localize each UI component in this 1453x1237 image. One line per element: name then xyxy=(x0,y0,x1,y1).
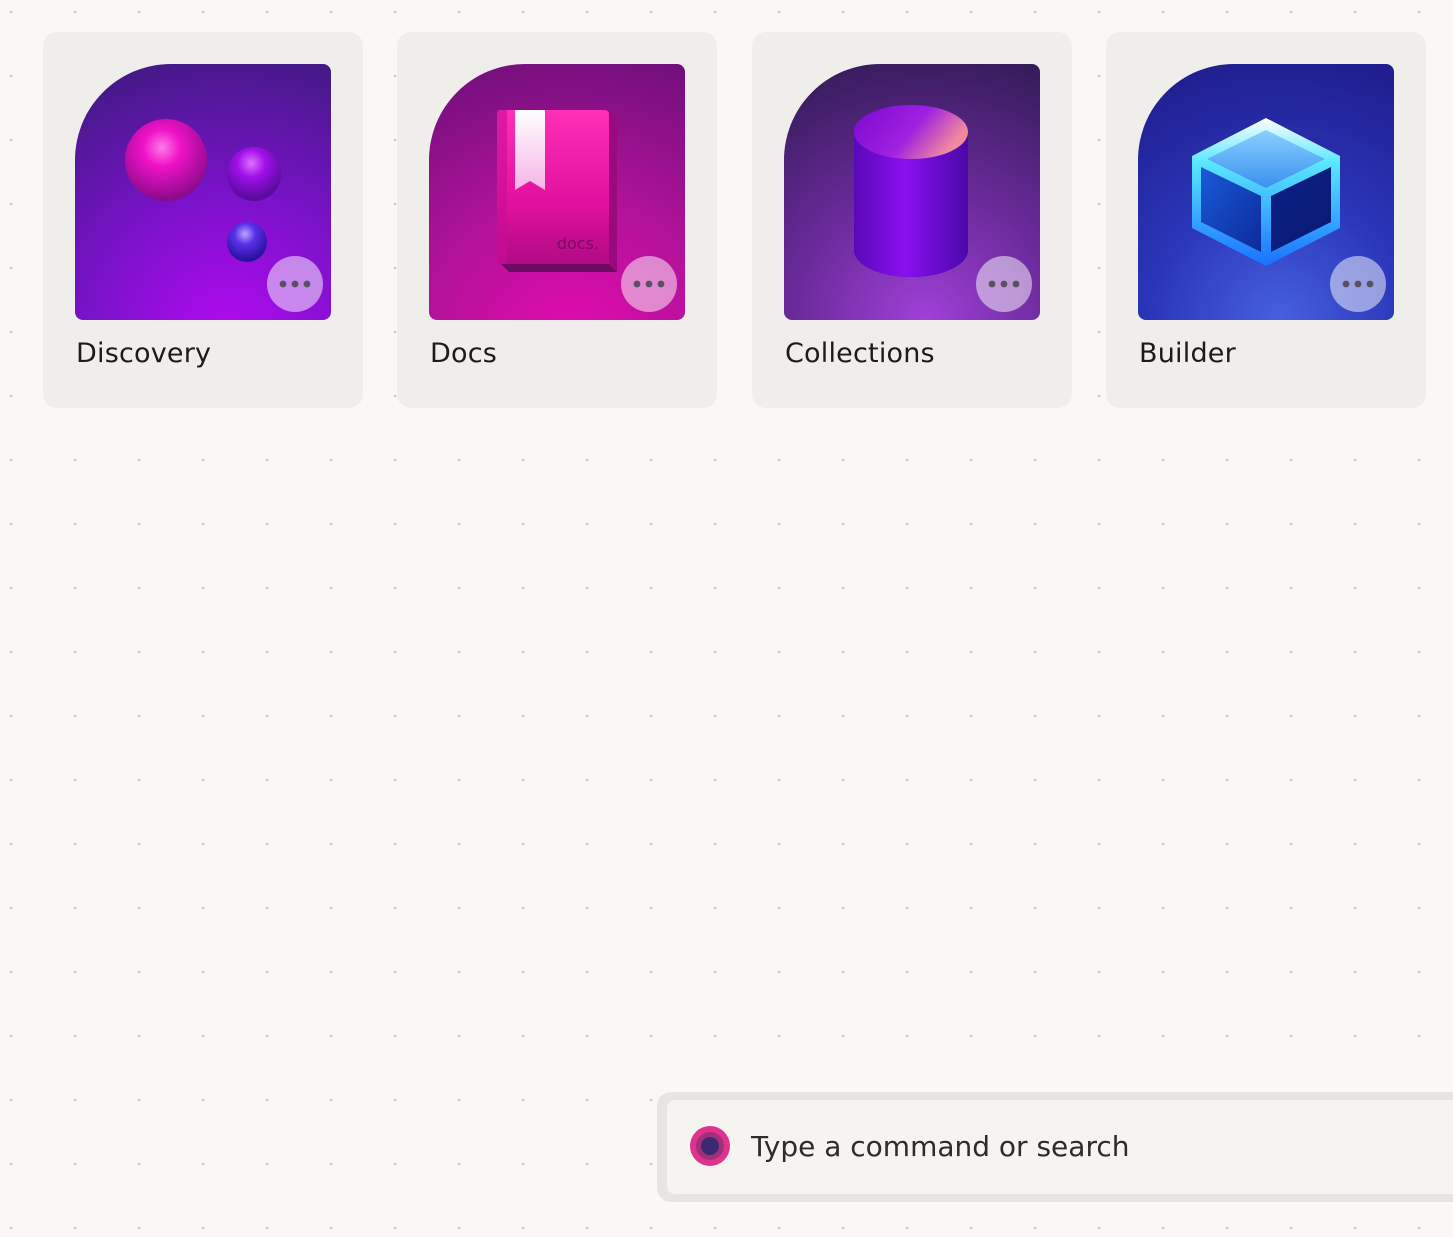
more-options-button[interactable] xyxy=(976,256,1032,312)
more-options-button[interactable] xyxy=(1330,256,1386,312)
more-icon xyxy=(988,280,1020,288)
command-search-input[interactable] xyxy=(751,1122,1351,1170)
book-cover-text: docs. xyxy=(557,234,599,253)
builder-tile[interactable] xyxy=(1138,64,1394,320)
more-options-button[interactable] xyxy=(267,256,323,312)
discovery-tile[interactable] xyxy=(75,64,331,320)
app-card-collections[interactable]: Collections xyxy=(752,32,1072,408)
app-card-builder[interactable]: Builder xyxy=(1106,32,1426,408)
collections-tile[interactable] xyxy=(784,64,1040,320)
more-options-button[interactable] xyxy=(621,256,677,312)
app-card-docs[interactable]: docs. Docs xyxy=(397,32,717,408)
more-icon xyxy=(1342,280,1374,288)
docs-tile[interactable]: docs. xyxy=(429,64,685,320)
app-label: Docs xyxy=(430,338,498,369)
app-card-discovery[interactable]: Discovery xyxy=(43,32,363,408)
app-label: Discovery xyxy=(76,338,212,369)
assistant-logo-icon xyxy=(690,1126,730,1166)
app-label: Builder xyxy=(1139,338,1236,369)
more-icon xyxy=(633,280,665,288)
more-icon xyxy=(279,280,311,288)
app-label: Collections xyxy=(785,338,935,369)
command-bar xyxy=(657,1092,1453,1202)
command-bar-inner[interactable] xyxy=(667,1100,1453,1194)
